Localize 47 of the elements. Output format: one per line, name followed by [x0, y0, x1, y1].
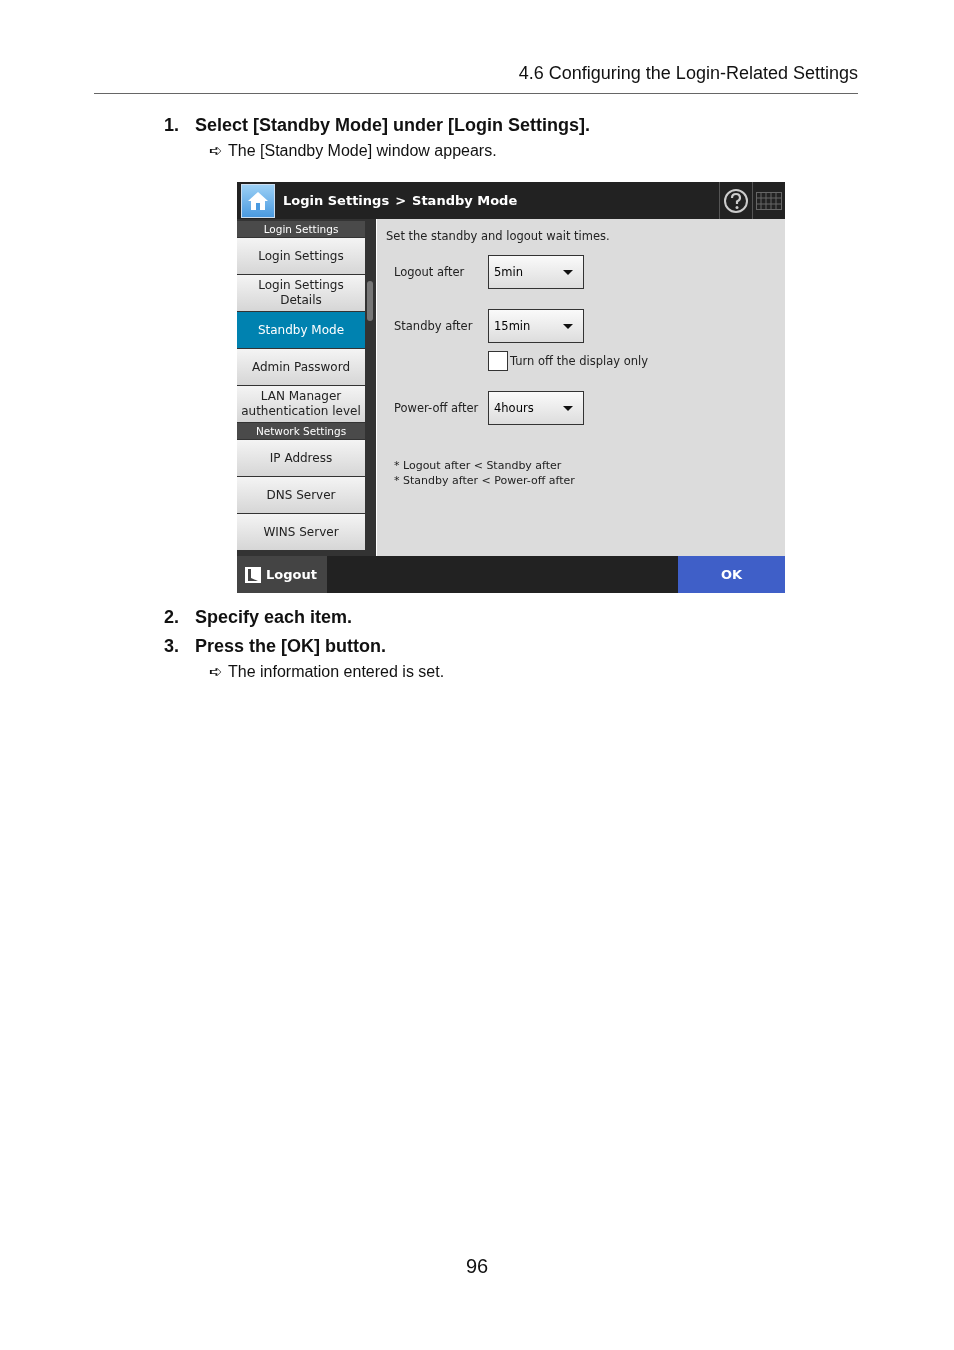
help-icon [723, 187, 749, 214]
field-label: Standby after [394, 319, 474, 333]
field-label: Power-off after [394, 401, 480, 415]
keyboard-icon [756, 191, 782, 210]
sidebar-item[interactable]: IP Address [237, 440, 365, 476]
dropdown[interactable]: 4hours [488, 391, 584, 425]
dropdown[interactable]: 5min [488, 255, 584, 289]
scroll-thumb[interactable] [367, 281, 373, 321]
step-text: Specify each item. [195, 606, 353, 629]
sidebar-group-header: Login Settings [237, 221, 365, 237]
breadcrumb-separator: > [395, 193, 407, 208]
caret-icon [563, 323, 573, 329]
sidebar-group-header: Network Settings [237, 423, 365, 439]
page-number: 96 [464, 1255, 490, 1278]
caret-icon [563, 269, 573, 275]
sidebar-item[interactable]: Standby Mode [237, 312, 365, 348]
arrow-icon: ➪ [209, 140, 222, 162]
home-button[interactable] [241, 183, 275, 218]
sidebar-item[interactable]: Login Settings Details [237, 275, 365, 311]
sidebar-item[interactable]: Admin Password [237, 349, 365, 385]
result-text: The information entered is set. [228, 662, 445, 682]
sidebar-item[interactable]: DNS Server [237, 477, 365, 513]
logout-button[interactable]: Logout [237, 556, 327, 593]
step-number: 3. [164, 635, 180, 658]
logout-icon [245, 566, 261, 583]
note-text: * Standby after < Power-off after [394, 474, 576, 487]
sidebar-item[interactable]: WINS Server [237, 514, 365, 550]
result-text: The [Standby Mode] window appears. [228, 141, 497, 161]
checkbox[interactable] [488, 351, 508, 371]
ok-button[interactable]: OK [678, 556, 785, 593]
step-number: 2. [164, 606, 180, 629]
arrow-icon: ➪ [209, 661, 222, 683]
sidebar-item[interactable]: Login Settings [237, 238, 365, 274]
sidebar-item[interactable]: LAN Manager authentication level [237, 386, 365, 422]
step-text: Select [Standby Mode] under [Login Settings]. [195, 114, 590, 137]
note-text: * Logout after < Standby after [394, 459, 563, 472]
page-header: 4.6 Configuring the Login-Related Settings [94, 63, 858, 94]
caret-icon [563, 405, 573, 411]
field-label: Logout after [394, 265, 466, 279]
breadcrumb: Standby Mode [412, 193, 518, 208]
breadcrumb: Login Settings [283, 193, 390, 208]
dropdown[interactable]: 15min [488, 309, 584, 343]
instruction-text: Set the standby and logout wait times. [386, 229, 611, 243]
checkbox-label: Turn off the display only [510, 354, 648, 368]
house-icon [247, 189, 269, 212]
step-number: 1. [164, 114, 180, 137]
step-text: Press the [OK] button. [195, 635, 386, 658]
